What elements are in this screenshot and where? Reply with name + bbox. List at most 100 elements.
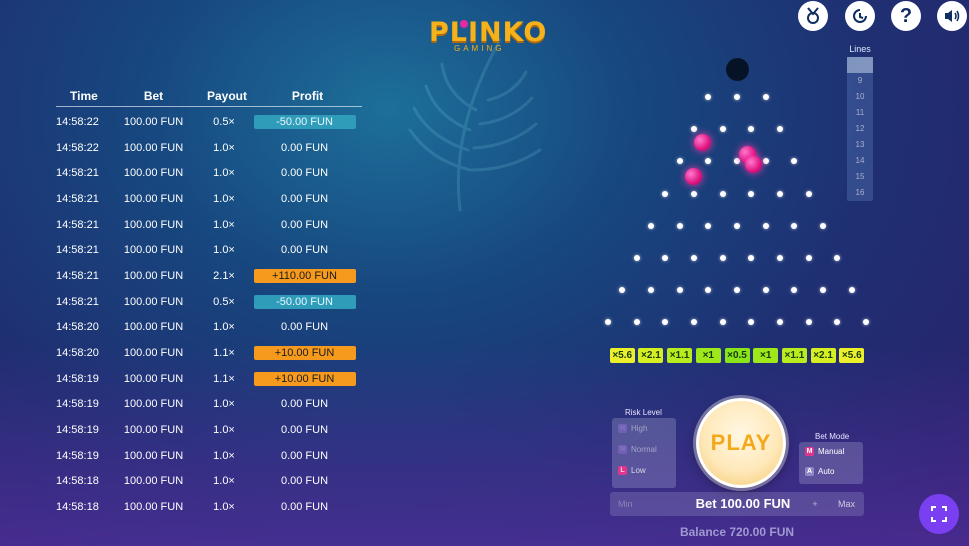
bet-mode-label: Auto xyxy=(818,467,835,476)
risk-badge: L xyxy=(618,466,627,475)
peg xyxy=(676,287,683,294)
profit-badge: +10.00 FUN xyxy=(253,371,356,386)
table-header: Time Bet Payout Profit xyxy=(56,86,362,106)
table-row: 14:58:21 100.00 FUN 1.0× 0.00 FUN xyxy=(56,212,362,238)
cell-payout: 1.0× xyxy=(213,398,235,411)
cell-payout: 1.1× xyxy=(213,347,235,360)
cell-profit: 0.00 FUN xyxy=(247,243,362,257)
profit-badge: 0.00 FUN xyxy=(280,424,329,437)
game-logo: PLINKO GAMING xyxy=(426,14,546,54)
cell-profit: -50.00 FUN xyxy=(247,294,362,309)
cell-profit: +10.00 FUN xyxy=(247,371,362,386)
peg xyxy=(777,126,784,133)
lines-list: 9 10 11 12 13 14 15 16 xyxy=(847,57,873,201)
help-icon[interactable]: ? xyxy=(891,1,921,31)
cell-payout: 1.0× xyxy=(213,167,235,180)
cell-profit: 0.00 FUN xyxy=(247,166,362,180)
profit-badge: 0.00 FUN xyxy=(280,167,329,180)
lines-option[interactable]: 11 xyxy=(847,105,873,121)
peg xyxy=(734,94,740,100)
bet-min-button[interactable]: Min xyxy=(618,492,633,516)
peg xyxy=(647,222,654,229)
cell-payout: 1.0× xyxy=(213,501,235,514)
cell-bet: 100.00 FUN xyxy=(123,321,184,334)
bet-max-button[interactable]: Max xyxy=(838,492,855,516)
col-profit: Profit xyxy=(291,89,324,103)
multiplier-bin: ×0.5 xyxy=(724,348,750,363)
lines-option[interactable]: 15 xyxy=(847,169,873,185)
peg xyxy=(777,319,784,326)
cell-payout: 0.5× xyxy=(213,295,235,308)
peg xyxy=(777,255,784,261)
profit-badge: 0.00 FUN xyxy=(280,398,329,411)
bet-mode-title: Bet Mode xyxy=(815,432,850,441)
lines-option[interactable]: 16 xyxy=(847,185,873,201)
risk-option-label: Normal xyxy=(631,445,657,454)
profit-badge: 0.00 FUN xyxy=(280,475,329,488)
peg xyxy=(705,287,712,294)
cell-profit: 0.00 FUN xyxy=(247,397,362,411)
peg xyxy=(791,222,798,229)
table-row: 14:58:19 100.00 FUN 1.1× +10.00 FUN xyxy=(56,366,362,392)
profit-badge: 0.00 FUN xyxy=(280,218,329,231)
peg xyxy=(719,126,726,133)
achievements-icon[interactable] xyxy=(798,1,828,31)
peg xyxy=(805,255,812,261)
bet-history-table: Time Bet Payout Profit 14:58:22 100.00 FU… xyxy=(56,86,362,520)
risk-option-low[interactable]: L Low xyxy=(618,466,646,475)
cell-time: 14:58:18 xyxy=(56,475,99,488)
sound-icon[interactable] xyxy=(937,1,967,31)
cell-profit: -50.00 FUN xyxy=(247,114,362,129)
balance-display: Balance 720.00 FUN xyxy=(679,525,795,539)
table-row: 14:58:18 100.00 FUN 1.0× 0.00 FUN xyxy=(56,469,362,495)
cell-time: 14:58:19 xyxy=(56,424,99,437)
cell-time: 14:58:22 xyxy=(56,141,99,154)
lines-option[interactable] xyxy=(847,57,873,73)
bet-increase-button[interactable]: + xyxy=(808,492,822,516)
multiplier-bin: ×1.1 xyxy=(667,348,693,363)
peg xyxy=(647,287,654,294)
cell-profit: +10.00 FUN xyxy=(247,346,362,361)
ball xyxy=(745,156,762,173)
cell-bet: 100.00 FUN xyxy=(123,141,184,154)
cell-time: 14:58:22 xyxy=(56,115,99,128)
lines-option[interactable]: 14 xyxy=(847,153,873,169)
cell-payout: 1.0× xyxy=(213,218,235,231)
cell-time: 14:58:21 xyxy=(56,167,99,180)
cell-payout: 1.1× xyxy=(213,372,235,385)
lines-option[interactable]: 10 xyxy=(847,89,873,105)
peg xyxy=(762,287,769,294)
bet-mode-label: Manual xyxy=(818,447,845,456)
table-row: 14:58:21 100.00 FUN 1.0× 0.00 FUN xyxy=(56,160,362,186)
history-icon[interactable] xyxy=(845,1,875,31)
lines-title: Lines xyxy=(849,44,871,54)
game-root: { "logo": { "text": "PLINKO", "sub": "GA… xyxy=(0,0,969,546)
table-row: 14:58:21 100.00 FUN 1.0× 0.00 FUN xyxy=(56,237,362,263)
peg xyxy=(748,255,755,261)
bet-mode-option-manual[interactable]: M Manual xyxy=(805,447,844,456)
risk-option-normal[interactable]: N Normal xyxy=(618,445,657,454)
peg xyxy=(762,222,769,229)
peg xyxy=(762,94,769,100)
cell-time: 14:58:20 xyxy=(56,347,99,360)
lines-option[interactable]: 12 xyxy=(847,121,873,137)
multiplier-bin: ×2.1 xyxy=(810,348,836,363)
cell-bet: 100.00 FUN xyxy=(123,167,184,180)
peg xyxy=(791,158,798,165)
bet-mode-option-auto[interactable]: A Auto xyxy=(805,467,834,476)
peg xyxy=(734,158,740,165)
lines-option[interactable]: 13 xyxy=(847,137,873,153)
cell-time: 14:58:18 xyxy=(56,501,99,514)
peg xyxy=(676,222,683,229)
cell-profit: 0.00 FUN xyxy=(247,218,362,232)
play-button[interactable]: PLAY xyxy=(696,398,786,488)
peg xyxy=(834,319,841,326)
risk-option-high[interactable]: H High xyxy=(618,424,647,433)
table-row: 14:58:18 100.00 FUN 1.0× 0.00 FUN xyxy=(56,494,362,520)
cell-bet: 100.00 FUN xyxy=(123,398,184,411)
cell-bet: 100.00 FUN xyxy=(123,347,184,360)
fullscreen-button[interactable] xyxy=(919,494,959,534)
risk-level-title: Risk Level xyxy=(625,408,662,417)
lines-option[interactable]: 9 xyxy=(847,73,873,89)
bet-amount-bar: Min Bet 100.00 FUN + Max xyxy=(610,492,864,516)
